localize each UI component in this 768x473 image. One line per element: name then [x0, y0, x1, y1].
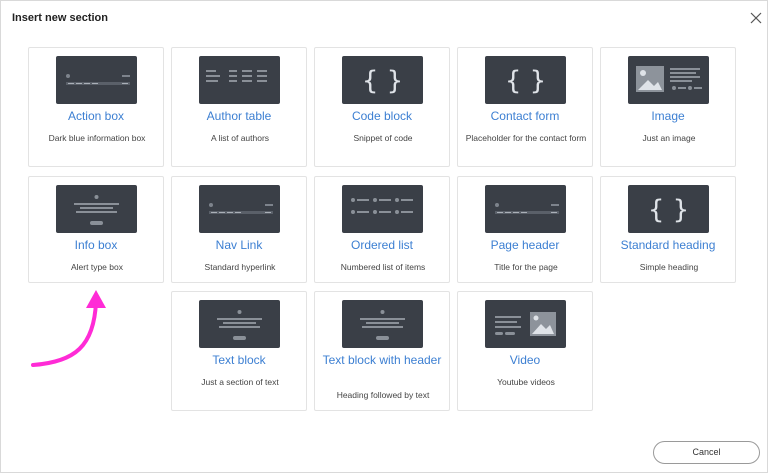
- code-braces-icon: { }: [628, 185, 709, 233]
- card-title: Nav Link: [215, 238, 263, 252]
- card-title: Video: [509, 353, 541, 367]
- card-title: Text block with header: [322, 353, 442, 367]
- card-description: Just a section of text: [201, 377, 279, 387]
- card-title: Contact form: [490, 109, 560, 123]
- page-header-thumbnail: [485, 185, 566, 233]
- cancel-button[interactable]: Cancel: [653, 441, 760, 464]
- section-card-text-block[interactable]: Text block Just a section of text: [171, 291, 307, 411]
- section-card-video[interactable]: Video Youtube videos: [457, 291, 593, 411]
- card-description: Just an image: [642, 133, 696, 143]
- card-description: Heading followed by text: [336, 390, 430, 400]
- video-thumbnail: [485, 300, 566, 348]
- section-card-contact-form[interactable]: { } Contact form Placeholder for the con…: [457, 47, 593, 167]
- text-block-thumbnail: [199, 300, 280, 348]
- code-braces-icon: { }: [342, 56, 423, 104]
- card-description: Alert type box: [71, 262, 123, 272]
- card-title: Image: [651, 109, 685, 123]
- card-description: Numbered list of items: [340, 262, 426, 272]
- section-card-author-table[interactable]: Author table A list of authors: [171, 47, 307, 167]
- section-card-action-box[interactable]: Action box Dark blue information box: [28, 47, 164, 167]
- insert-section-dialog: Insert new section Action box Dark blue …: [0, 0, 768, 473]
- section-card-page-header[interactable]: Page header Title for the page: [457, 176, 593, 283]
- card-description: Dark blue information box: [48, 133, 146, 143]
- card-description: Title for the page: [494, 262, 558, 272]
- section-card-info-box[interactable]: Info box Alert type box: [28, 176, 164, 283]
- card-title: Text block: [212, 353, 266, 367]
- section-card-ordered-list[interactable]: Ordered list Numbered list of items: [314, 176, 450, 283]
- card-description: Standard hyperlink: [204, 262, 276, 272]
- card-title: Ordered list: [350, 238, 414, 252]
- close-icon[interactable]: [748, 10, 764, 26]
- card-description: Simple heading: [639, 262, 699, 272]
- card-title: Code block: [351, 109, 413, 123]
- dialog-title: Insert new section: [12, 12, 108, 24]
- action-box-thumbnail: [56, 56, 137, 104]
- section-card-image[interactable]: Image Just an image: [600, 47, 736, 167]
- svg-text:{ }: { }: [362, 66, 403, 96]
- section-card-nav-link[interactable]: Nav Link Standard hyperlink: [171, 176, 307, 283]
- card-description: Youtube videos: [497, 377, 555, 387]
- text-block-thumbnail: [342, 300, 423, 348]
- card-description: Placeholder for the contact form: [465, 133, 587, 143]
- curved-arrow-icon: [30, 284, 120, 379]
- card-title: Page header: [490, 238, 560, 252]
- image-thumbnail: [628, 56, 709, 104]
- info-box-thumbnail: [56, 185, 137, 233]
- card-description: Snippet of code: [353, 133, 413, 143]
- svg-text:{ }: { }: [505, 66, 546, 96]
- ordered-list-thumbnail: [342, 185, 423, 233]
- card-title: Info box: [74, 238, 118, 252]
- author-table-thumbnail: [199, 56, 280, 104]
- card-description: A list of authors: [210, 133, 270, 143]
- section-card-standard-heading[interactable]: { } Standard heading Simple heading: [600, 176, 736, 283]
- card-title: Standard heading: [620, 238, 716, 252]
- section-card-code-block[interactable]: { } Code block Snippet of code: [314, 47, 450, 167]
- card-title: Action box: [67, 109, 125, 123]
- code-braces-icon: { }: [485, 56, 566, 104]
- svg-text:{ }: { }: [648, 195, 689, 225]
- section-card-text-block-with-header[interactable]: Text block with header Heading followed …: [314, 291, 450, 411]
- card-title: Author table: [206, 109, 272, 123]
- nav-link-thumbnail: [199, 185, 280, 233]
